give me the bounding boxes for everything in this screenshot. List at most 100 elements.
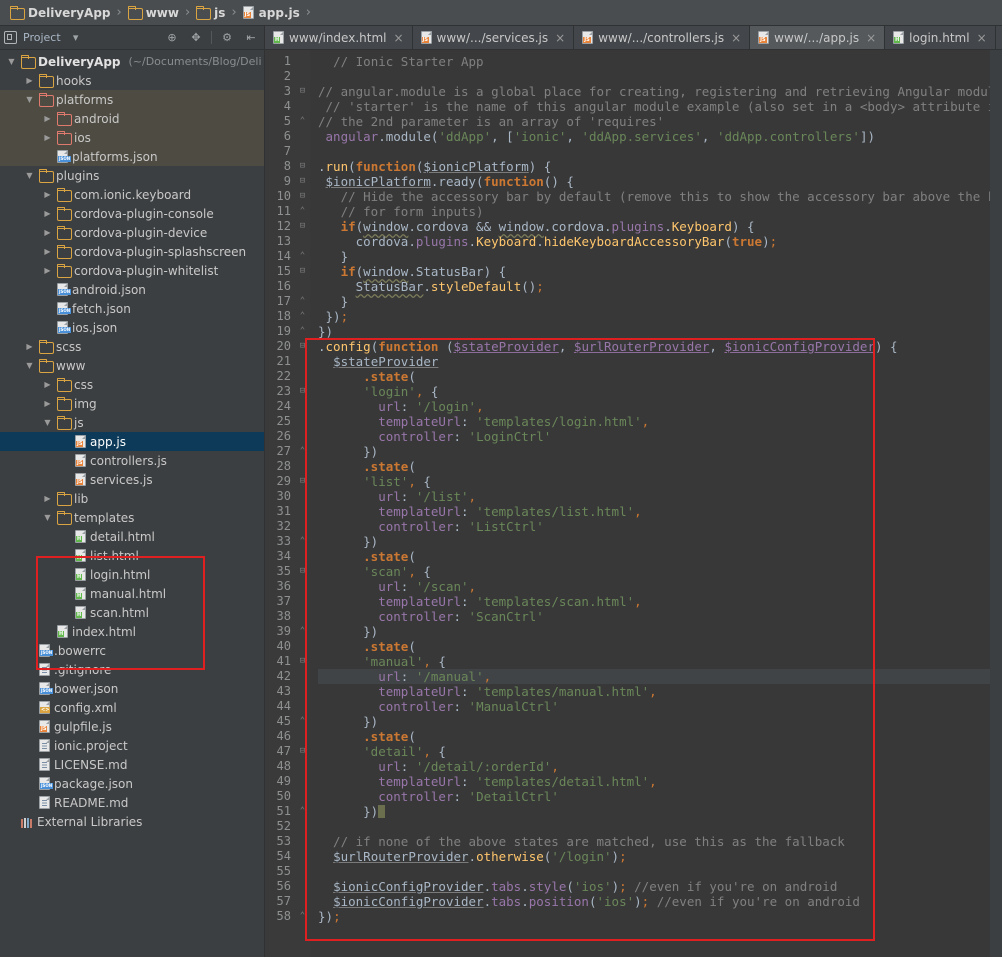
code-line[interactable]: templateUrl: 'templates/login.html', xyxy=(318,414,1002,429)
fold-marker-icon[interactable]: ⌃ xyxy=(295,534,310,549)
code-line[interactable]: $ionicConfigProvider.tabs.position('ios'… xyxy=(318,894,1002,909)
code-line[interactable]: StatusBar.styleDefault(); xyxy=(318,279,1002,294)
chevron-right-icon[interactable]: ▶ xyxy=(24,343,35,351)
fold-marker-icon[interactable]: ⌃ xyxy=(295,204,310,219)
code-line[interactable]: controller: 'DetailCtrl' xyxy=(318,789,1002,804)
project-tree[interactable]: ▼ DeliveryApp (~/Documents/Blog/Deli ▶ hooks… xyxy=(0,50,264,957)
editor-tab-www-services-js[interactable]: JS www/.../services.js × xyxy=(413,26,575,49)
tree-file-readme-md[interactable]: README.md xyxy=(0,793,264,812)
code-line[interactable]: // if none of the above states are match… xyxy=(318,834,1002,849)
code-line[interactable]: // Ionic Starter App xyxy=(318,54,1002,69)
code-line[interactable]: } xyxy=(318,249,1002,264)
tree-file-services-js[interactable]: JS services.js xyxy=(0,470,264,489)
fold-marker-icon[interactable]: ⌃ xyxy=(295,114,310,129)
code-line[interactable]: .state( xyxy=(318,369,1002,384)
code-line[interactable]: .state( xyxy=(318,549,1002,564)
tree-folder-js[interactable]: ▼ js xyxy=(0,413,264,432)
code-line[interactable] xyxy=(318,819,1002,834)
chevron-down-icon[interactable]: ▼ xyxy=(42,419,53,427)
tree-file-controllers-js[interactable]: JS controllers.js xyxy=(0,451,264,470)
tree-folder-cordova-plugin-device[interactable]: ▶ cordova-plugin-device xyxy=(0,223,264,242)
tab-close-icon[interactable]: × xyxy=(977,31,987,45)
code-line[interactable] xyxy=(318,144,1002,159)
breadcrumb-item-www[interactable]: www xyxy=(126,6,181,20)
code-editor[interactable]: 1 2 3 4 5 6 7 8 9 10 11 12 13 14 15 16 17 18 19 20 21 22 23 24 2… xyxy=(265,50,1002,957)
editor-tab-www-app-js[interactable]: JS www/.../app.js × xyxy=(750,26,885,49)
editor-tab-bar[interactable]: Hwww/index.html × JS www/.../services.js × JS… xyxy=(265,26,1002,50)
code-line[interactable]: 'detail', { xyxy=(318,744,1002,759)
fold-marker-icon[interactable]: ⌃ xyxy=(295,294,310,309)
code-line[interactable]: $ionicPlatform.ready(function() { xyxy=(318,174,1002,189)
tree-file-fetch-json[interactable]: JSON fetch.json xyxy=(0,299,264,318)
chevron-down-icon[interactable]: ▼ xyxy=(24,172,35,180)
expand-collapse-icon[interactable]: ✥ xyxy=(187,29,205,47)
code-line[interactable]: 'login', { xyxy=(318,384,1002,399)
breadcrumb-item-app-js[interactable]: JS app.js xyxy=(241,6,302,20)
tree-file-package-json[interactable]: JSON package.json xyxy=(0,774,264,793)
chevron-right-icon[interactable]: ▶ xyxy=(42,229,53,237)
fold-marker-icon[interactable]: ⊟ xyxy=(295,474,310,489)
tree-file-detail-html[interactable]: Hdetail.html xyxy=(0,527,264,546)
fold-marker-icon[interactable]: ⌃ xyxy=(295,714,310,729)
tree-file-ios-json[interactable]: JSON ios.json xyxy=(0,318,264,337)
chevron-right-icon[interactable]: ▶ xyxy=(42,134,53,142)
fold-marker-icon[interactable]: ⊟ xyxy=(295,339,310,354)
code-line[interactable]: }) xyxy=(318,444,1002,459)
tree-file-android-json[interactable]: JSON android.json xyxy=(0,280,264,299)
code-line[interactable]: if(window.StatusBar) { xyxy=(318,264,1002,279)
chevron-right-icon[interactable]: ▶ xyxy=(42,267,53,275)
editor-tab-lis[interactable]: Hlis xyxy=(996,26,1002,49)
source-code[interactable]: // Ionic Starter App // angular.module i… xyxy=(310,50,1002,957)
editor-scrollbar[interactable] xyxy=(990,50,1002,957)
fold-marker-icon[interactable]: ⊟ xyxy=(295,654,310,669)
fold-marker-icon[interactable]: ⌃ xyxy=(295,324,310,339)
fold-marker-icon[interactable]: ⊟ xyxy=(295,159,310,174)
tree-file-login-html[interactable]: Hlogin.html xyxy=(0,565,264,584)
tree-folder-com-ionic-keyboard[interactable]: ▶ com.ionic.keyboard xyxy=(0,185,264,204)
chevron-down-icon[interactable]: ▼ xyxy=(6,58,17,66)
chevron-right-icon[interactable]: ▶ xyxy=(42,191,53,199)
tree-file-ionic-project[interactable]: ionic.project xyxy=(0,736,264,755)
tree-file-gulpfile-js[interactable]: JS gulpfile.js xyxy=(0,717,264,736)
tree-folder-cordova-plugin-splashscreen[interactable]: ▶ cordova-plugin-splashscreen xyxy=(0,242,264,261)
code-folding-gutter[interactable]: ⊟ ⌃ ⊟ ⊟ ⊟ ⌃ ⊟ ⌃ ⊟ ⌃ ⌃ ⌃ ⊟ ⊟ ⌃ ⊟ ⌃ ⊟ ⌃ ⊟ ⌃ ⊟ ⌃ ⌃ xyxy=(295,50,310,957)
code-line[interactable]: } xyxy=(318,294,1002,309)
tree-file-config-xml[interactable]: <> config.xml xyxy=(0,698,264,717)
fold-marker-icon[interactable]: ⌃ xyxy=(295,444,310,459)
code-line[interactable]: $stateProvider xyxy=(318,354,1002,369)
tab-close-icon[interactable]: × xyxy=(731,31,741,45)
code-line[interactable]: 'list', { xyxy=(318,474,1002,489)
code-line[interactable]: url: '/manual', xyxy=(318,669,1002,684)
tree-folder-www[interactable]: ▼ www xyxy=(0,356,264,375)
settings-icon[interactable]: ⚙ xyxy=(218,29,236,47)
tree-file--bowerrc[interactable]: JSON .bowerrc xyxy=(0,641,264,660)
fold-marker-icon[interactable]: ⊟ xyxy=(295,384,310,399)
fold-marker-icon[interactable]: ⊟ xyxy=(295,264,310,279)
chevron-right-icon[interactable]: ▶ xyxy=(42,495,53,503)
editor-tab-www-index-html[interactable]: Hwww/index.html × xyxy=(265,26,413,49)
tree-folder-android[interactable]: ▶ android xyxy=(0,109,264,128)
fold-marker-icon[interactable]: ⌃ xyxy=(295,249,310,264)
tree-file-manual-html[interactable]: Hmanual.html xyxy=(0,584,264,603)
chevron-right-icon[interactable]: ▶ xyxy=(24,77,35,85)
tree-folder-lib[interactable]: ▶ lib xyxy=(0,489,264,508)
code-line[interactable]: controller: 'ScanCtrl' xyxy=(318,609,1002,624)
chevron-down-icon[interactable]: ▼ xyxy=(24,362,35,370)
code-line[interactable]: }) xyxy=(318,534,1002,549)
tree-folder-templates[interactable]: ▼ templates xyxy=(0,508,264,527)
code-line[interactable]: // for form inputs) xyxy=(318,204,1002,219)
editor-tab-www-controllers-js[interactable]: JS www/.../controllers.js × xyxy=(574,26,750,49)
code-line[interactable]: .state( xyxy=(318,459,1002,474)
breadcrumb-item-js[interactable]: js xyxy=(194,6,227,20)
fold-marker-icon[interactable]: ⌃ xyxy=(295,309,310,324)
fold-marker-icon[interactable]: ⊟ xyxy=(295,744,310,759)
fold-marker-icon[interactable]: ⌃ xyxy=(295,804,310,819)
code-line[interactable] xyxy=(318,69,1002,84)
fold-marker-icon[interactable]: ⊟ xyxy=(295,174,310,189)
fold-marker-icon[interactable]: ⌃ xyxy=(295,624,310,639)
editor-tab-login-html[interactable]: Hlogin.html × xyxy=(885,26,995,49)
chevron-down-icon[interactable]: ▼ xyxy=(24,96,35,104)
code-line[interactable]: 'manual', { xyxy=(318,654,1002,669)
tree-folder-cordova-plugin-whitelist[interactable]: ▶ cordova-plugin-whitelist xyxy=(0,261,264,280)
tree-folder-img[interactable]: ▶ img xyxy=(0,394,264,413)
